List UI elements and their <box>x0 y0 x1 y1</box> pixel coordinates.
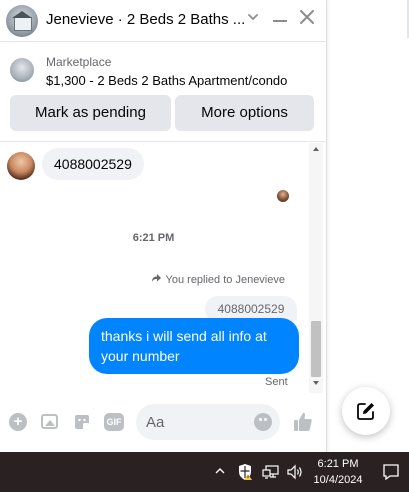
plus-icon[interactable]: + <box>9 413 27 431</box>
close-icon[interactable] <box>298 8 316 30</box>
reply-icon <box>151 272 162 286</box>
message-input-box[interactable] <box>136 404 280 440</box>
system-clock[interactable]: 6:21 PM 10/4/2024 <box>306 456 370 488</box>
photo-icon[interactable] <box>41 414 58 429</box>
emoji-icon[interactable] <box>254 413 272 431</box>
message-list[interactable]: 4088002529 6:21 PM You replied to Jenevi… <box>0 143 327 393</box>
more-options-button[interactable]: More options <box>175 95 314 131</box>
message-input[interactable] <box>146 404 254 440</box>
replied-text: You replied to Jenevieve <box>165 274 285 286</box>
thumbs-up-icon[interactable] <box>292 411 314 433</box>
chat-title[interactable]: Jenevieve · 2 Beds 2 Baths ... <box>46 11 245 28</box>
taskbar: 6:21 PM 10/4/2024 <box>0 452 409 492</box>
minimize-icon[interactable] <box>272 10 288 30</box>
replied-indicator: You replied to Jenevieve <box>151 272 285 286</box>
message-status: Sent <box>265 376 288 388</box>
gif-icon[interactable]: GIF <box>104 413 124 431</box>
outgoing-message[interactable]: thanks i will send all info at your numb… <box>89 318 299 374</box>
seen-indicator-avatar <box>277 190 289 202</box>
sender-avatar[interactable] <box>7 152 35 180</box>
sticker-icon[interactable] <box>73 413 91 431</box>
clock-time: 6:21 PM <box>317 458 359 470</box>
listing-thumbnail[interactable] <box>10 58 34 82</box>
message-composer: + GIF <box>0 395 327 450</box>
mark-as-pending-button[interactable]: Mark as pending <box>10 95 171 131</box>
chat-header[interactable]: Jenevieve · 2 Beds 2 Baths ... <box>0 0 327 42</box>
message-timestamp: 6:21 PM <box>132 232 175 244</box>
listing-title[interactable]: $1,300 - 2 Beds 2 Baths Apartment/condo <box>46 73 287 88</box>
notification-center-icon[interactable] <box>382 463 400 481</box>
volume-icon[interactable] <box>286 464 304 480</box>
new-message-button[interactable] <box>342 387 390 435</box>
scroll-up-arrow-icon[interactable] <box>313 147 319 151</box>
scroll-down-arrow-icon[interactable] <box>313 381 319 385</box>
tray-chevron-up-icon[interactable] <box>214 464 226 476</box>
security-warning-icon[interactable] <box>238 463 254 481</box>
compose-icon <box>357 403 374 420</box>
chat-window: Jenevieve · 2 Beds 2 Baths ... Marketpla… <box>0 0 327 452</box>
incoming-message[interactable]: 4088002529 <box>42 148 144 180</box>
message-scrollbar[interactable] <box>309 143 323 393</box>
network-icon[interactable] <box>262 464 280 480</box>
marketplace-panel: Marketplace $1,300 - 2 Beds 2 Baths Apar… <box>0 42 327 142</box>
chevron-down-icon[interactable] <box>246 10 260 30</box>
clock-date: 10/4/2024 <box>313 474 363 486</box>
scrollbar-thumb[interactable] <box>311 321 321 377</box>
marketplace-label: Marketplace <box>46 55 112 69</box>
listing-avatar[interactable] <box>6 5 38 37</box>
background-page <box>327 0 409 452</box>
